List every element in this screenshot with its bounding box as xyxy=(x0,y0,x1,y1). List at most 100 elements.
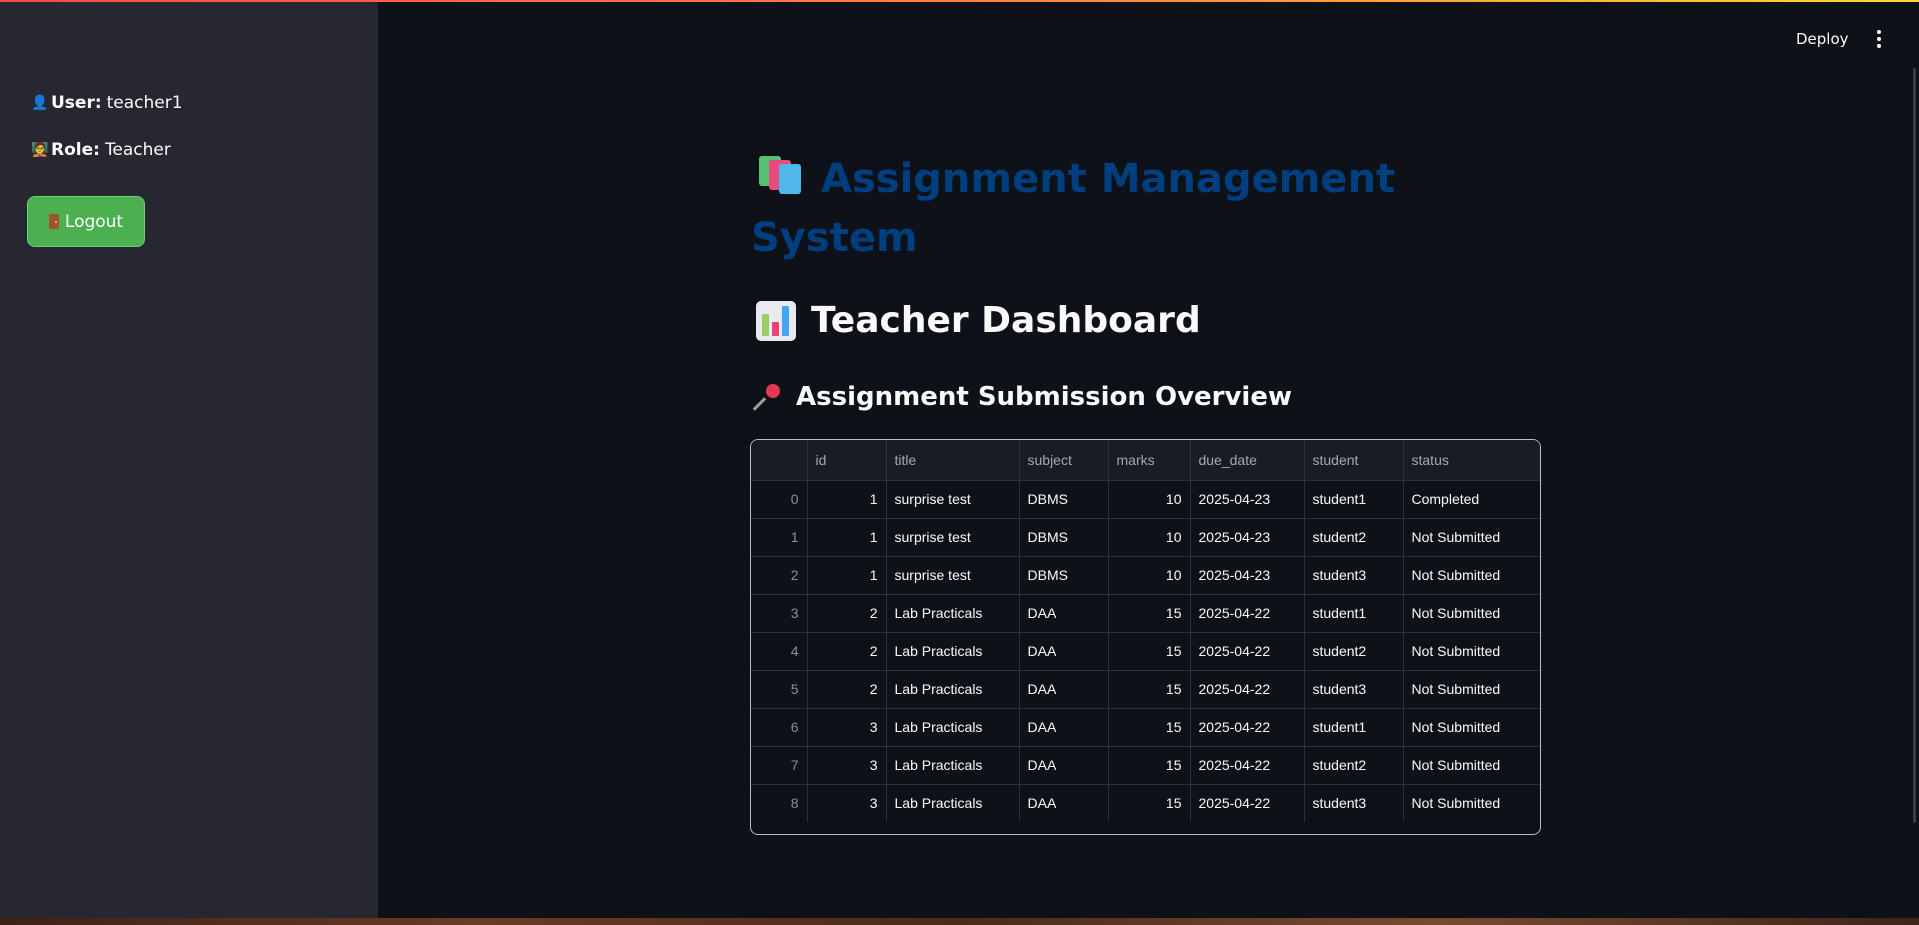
cell-id[interactable]: 1 xyxy=(807,480,887,519)
column-header[interactable] xyxy=(751,440,808,481)
cell-marks[interactable]: 15 xyxy=(1108,746,1191,785)
column-header[interactable]: status xyxy=(1403,440,1540,481)
cell-due-date[interactable]: 2025-04-22 xyxy=(1190,708,1305,747)
cell-title[interactable]: Lab Practicals xyxy=(886,632,1020,671)
cell-status[interactable]: Not Submitted xyxy=(1403,784,1540,822)
role-info: 🧑‍🏫 Role: Teacher xyxy=(31,140,171,160)
cell-status[interactable]: Not Submitted xyxy=(1403,670,1540,709)
cell-subject[interactable]: DAA xyxy=(1019,784,1109,822)
cell-subject[interactable]: DAA xyxy=(1019,708,1109,747)
cell-title[interactable]: surprise test xyxy=(886,480,1020,519)
cell-student[interactable]: student2 xyxy=(1304,518,1404,557)
sidebar: 👤 User: teacher1 🧑‍🏫 Role: Teacher Logou… xyxy=(0,0,378,918)
cell-student[interactable]: student1 xyxy=(1304,594,1404,633)
column-header[interactable]: marks xyxy=(1108,440,1191,481)
cell-student[interactable]: student1 xyxy=(1304,708,1404,747)
table-row: 0 1 surprise test DBMS 10 2025-04-23 stu… xyxy=(751,480,1540,519)
table-row: 5 2 Lab Practicals DAA 15 2025-04-22 stu… xyxy=(751,670,1540,709)
cell-due-date[interactable]: 2025-04-22 xyxy=(1190,594,1305,633)
cell-id[interactable]: 3 xyxy=(807,746,887,785)
cell-student[interactable]: student3 xyxy=(1304,556,1404,595)
table-row: 2 1 surprise test DBMS 10 2025-04-23 stu… xyxy=(751,556,1540,595)
user-label: User: xyxy=(51,93,102,113)
table-row: 1 1 surprise test DBMS 10 2025-04-23 stu… xyxy=(751,518,1540,557)
table-row: 3 2 Lab Practicals DAA 15 2025-04-22 stu… xyxy=(751,594,1540,633)
cell-due-date[interactable]: 2025-04-22 xyxy=(1190,746,1305,785)
role-value: Teacher xyxy=(104,140,171,160)
cell-title[interactable]: Lab Practicals xyxy=(886,784,1020,822)
cell-status[interactable]: Not Submitted xyxy=(1403,746,1540,785)
cell-title[interactable]: Lab Practicals xyxy=(886,708,1020,747)
cell-subject[interactable]: DAA xyxy=(1019,594,1109,633)
cell-student[interactable]: student3 xyxy=(1304,784,1404,822)
top-decoration-bar xyxy=(0,0,1919,2)
cell-id[interactable]: 2 xyxy=(807,594,887,633)
cell-id[interactable]: 2 xyxy=(807,670,887,709)
row-index: 0 xyxy=(751,480,808,519)
cell-id[interactable]: 2 xyxy=(807,632,887,671)
cell-title[interactable]: Lab Practicals xyxy=(886,594,1020,633)
logout-button[interactable]: Logout xyxy=(27,196,145,247)
graduation-icon: 🧑‍🏫 xyxy=(31,142,49,158)
cell-subject[interactable]: DAA xyxy=(1019,746,1109,785)
cell-marks[interactable]: 15 xyxy=(1108,594,1191,633)
cell-subject[interactable]: DAA xyxy=(1019,670,1109,709)
cell-due-date[interactable]: 2025-04-22 xyxy=(1190,670,1305,709)
column-header[interactable]: id xyxy=(807,440,887,481)
cell-title[interactable]: Lab Practicals xyxy=(886,746,1020,785)
door-icon xyxy=(48,214,59,229)
row-index: 2 xyxy=(751,556,808,595)
deploy-button[interactable]: Deploy xyxy=(1796,30,1849,48)
logout-label: Logout xyxy=(64,211,124,232)
table-row: 7 3 Lab Practicals DAA 15 2025-04-22 stu… xyxy=(751,746,1540,785)
column-header[interactable]: subject xyxy=(1019,440,1109,481)
cell-student[interactable]: student2 xyxy=(1304,632,1404,671)
cell-id[interactable]: 1 xyxy=(807,518,887,557)
column-header[interactable]: student xyxy=(1304,440,1404,481)
cell-status[interactable]: Completed xyxy=(1403,480,1540,519)
cell-status[interactable]: Not Submitted xyxy=(1403,632,1540,671)
cell-marks[interactable]: 15 xyxy=(1108,632,1191,671)
cell-status[interactable]: Not Submitted xyxy=(1403,518,1540,557)
cell-id[interactable]: 3 xyxy=(807,708,887,747)
cell-student[interactable]: student3 xyxy=(1304,670,1404,709)
cell-subject[interactable]: DBMS xyxy=(1019,556,1109,595)
kebab-menu-icon[interactable] xyxy=(1869,28,1889,50)
role-label: Role: xyxy=(51,140,100,160)
submission-table[interactable]: id title subject marks due_date student … xyxy=(750,439,1541,835)
cell-subject[interactable]: DBMS xyxy=(1019,480,1109,519)
cell-status[interactable]: Not Submitted xyxy=(1403,708,1540,747)
column-header[interactable]: due_date xyxy=(1190,440,1305,481)
cell-title[interactable]: surprise test xyxy=(886,518,1020,557)
row-index: 6 xyxy=(751,708,808,747)
cell-subject[interactable]: DAA xyxy=(1019,632,1109,671)
cell-due-date[interactable]: 2025-04-23 xyxy=(1190,556,1305,595)
cell-student[interactable]: student1 xyxy=(1304,480,1404,519)
bottom-background-strip xyxy=(0,918,1919,925)
user-info: 👤 User: teacher1 xyxy=(31,93,183,113)
cell-marks[interactable]: 10 xyxy=(1108,480,1191,519)
section-title: Assignment Submission Overview xyxy=(752,382,1292,412)
row-index: 1 xyxy=(751,518,808,557)
cell-marks[interactable]: 15 xyxy=(1108,670,1191,709)
column-header[interactable]: title xyxy=(886,440,1020,481)
row-index: 5 xyxy=(751,670,808,709)
vertical-scrollbar[interactable] xyxy=(1913,68,1916,823)
cell-due-date[interactable]: 2025-04-23 xyxy=(1190,480,1305,519)
cell-title[interactable]: surprise test xyxy=(886,556,1020,595)
user-icon: 👤 xyxy=(31,95,49,111)
cell-marks[interactable]: 10 xyxy=(1108,556,1191,595)
cell-due-date[interactable]: 2025-04-23 xyxy=(1190,518,1305,557)
cell-id[interactable]: 3 xyxy=(807,784,887,822)
cell-due-date[interactable]: 2025-04-22 xyxy=(1190,632,1305,671)
cell-status[interactable]: Not Submitted xyxy=(1403,594,1540,633)
cell-student[interactable]: student2 xyxy=(1304,746,1404,785)
cell-id[interactable]: 1 xyxy=(807,556,887,595)
cell-due-date[interactable]: 2025-04-22 xyxy=(1190,784,1305,822)
cell-marks[interactable]: 10 xyxy=(1108,518,1191,557)
cell-marks[interactable]: 15 xyxy=(1108,784,1191,822)
cell-subject[interactable]: DBMS xyxy=(1019,518,1109,557)
cell-title[interactable]: Lab Practicals xyxy=(886,670,1020,709)
cell-marks[interactable]: 15 xyxy=(1108,708,1191,747)
cell-status[interactable]: Not Submitted xyxy=(1403,556,1540,595)
